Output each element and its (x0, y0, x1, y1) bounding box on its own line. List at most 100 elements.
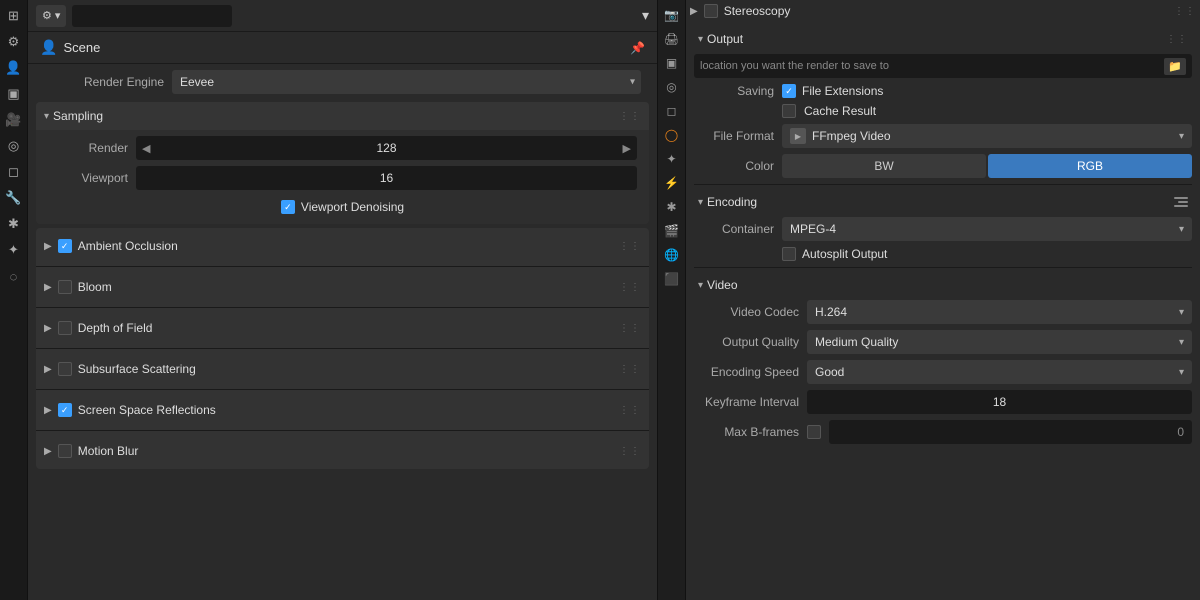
search-input[interactable] (72, 5, 232, 27)
bloom-checkbox[interactable] (58, 280, 72, 294)
stereoscopy-title: Stereoscopy (724, 4, 791, 18)
file-format-label: File Format (694, 129, 774, 143)
effect-bloom[interactable]: ▶ Bloom ⋮⋮ (36, 269, 649, 305)
sampling-content: Render ◀ 128 ▶ Viewport 16 (36, 130, 649, 224)
mb-checkbox[interactable] (58, 444, 72, 458)
file-extensions-checkbox[interactable]: ✓ (782, 84, 796, 98)
encoding-list-icon[interactable] (1174, 197, 1188, 207)
dof-checkbox[interactable] (58, 321, 72, 335)
effect-ssr[interactable]: ▶ ✓ Screen Space Reflections ⋮⋮ (36, 392, 649, 428)
speed-select[interactable]: Good ▾ (807, 360, 1192, 384)
right-material-icon[interactable]: ◯ (661, 124, 683, 146)
sidebar-icon-scene[interactable]: 👤 (2, 56, 26, 80)
right-panel: ▶ Stereoscopy ⋮⋮ ▾ Output ⋮⋮ location yo… (686, 0, 1200, 600)
right-world2-icon[interactable]: 🌐 (661, 244, 683, 266)
sidebar-icon-layout[interactable]: ⊞ (2, 4, 26, 28)
saving-label: Saving (694, 84, 774, 98)
codec-value: H.264 (815, 305, 1179, 319)
speed-value: Good (815, 365, 1179, 379)
sidebar-icon-data[interactable]: ◌ (2, 264, 26, 288)
render-decrease-button[interactable]: ◀ (136, 136, 156, 160)
codec-dropdown-arrow: ▾ (1179, 307, 1184, 318)
bframes-input[interactable]: 0 (829, 420, 1192, 444)
sidebar-icon-compositing[interactable]: ◎ (2, 134, 26, 158)
speed-row: Encoding Speed Good ▾ (694, 360, 1192, 384)
effect-subsurface-scattering[interactable]: ▶ Subsurface Scattering ⋮⋮ (36, 351, 649, 387)
editor-dropdown-arrow: ▾ (55, 9, 61, 22)
stereoscopy-arrow[interactable]: ▶ (690, 6, 698, 17)
properties-icon: ⚙ (42, 9, 52, 22)
editor-type-button[interactable]: ⚙ ▾ (36, 5, 66, 27)
file-format-row: File Format ▶ FFmpeg Video ▾ (694, 124, 1192, 148)
sidebar-icon-constraint[interactable]: ✱ (2, 212, 26, 236)
panel-header: ⚙ ▾ 🔍 ▾ (28, 0, 657, 32)
codec-select[interactable]: H.264 ▾ (807, 300, 1192, 324)
file-format-select[interactable]: ▶ FFmpeg Video ▾ (782, 124, 1192, 148)
bloom-label: Bloom (78, 280, 112, 294)
effect-ambient-occlusion[interactable]: ▶ ✓ Ambient Occlusion ⋮⋮ (36, 228, 649, 264)
bframes-checkbox[interactable] (807, 425, 821, 439)
right-object-icon[interactable]: ◻ (661, 100, 683, 122)
viewport-field-row: Viewport 16 (48, 166, 637, 190)
sidebar-icon-render[interactable]: 🎥 (2, 108, 26, 132)
sidebar-icon-view[interactable]: ▣ (2, 82, 26, 106)
right-view-icon[interactable]: ▣ (661, 52, 683, 74)
stereoscopy-checkbox[interactable] (704, 4, 718, 18)
container-select[interactable]: MPEG-4 ▾ (782, 217, 1192, 241)
video-section-header[interactable]: ▾ Video (694, 274, 1192, 296)
sidebar-icon-particles[interactable]: ✦ (2, 238, 26, 262)
saving-row: Saving ✓ File Extensions (694, 84, 1192, 98)
render-increase-button[interactable]: ▶ (617, 136, 637, 160)
sampling-section-header[interactable]: ▾ Sampling ⋮⋮ (36, 102, 649, 130)
right-particle-icon[interactable]: ✦ (661, 148, 683, 170)
encoding-section: ▾ Encoding Container MPEG-4 ▾ (694, 191, 1192, 261)
render-number-input[interactable]: ◀ 128 ▶ (136, 136, 637, 160)
container-value: MPEG-4 (790, 222, 1179, 236)
stereoscopy-dots: ⋮⋮ (1174, 6, 1196, 17)
right-scene-icon[interactable]: 🎬 (661, 220, 683, 242)
mb-dots: ⋮⋮ (619, 446, 641, 457)
effect-motion-blur[interactable]: ▶ Motion Blur ⋮⋮ (36, 433, 649, 469)
right-output-icon[interactable]: 🖨 (661, 28, 683, 50)
color-bw-button[interactable]: BW (782, 154, 986, 178)
right-render-icon[interactable]: ⬛ (661, 268, 683, 290)
sidebar-icon-tools[interactable]: ⚙ (2, 30, 26, 54)
output-section: ▾ Output ⋮⋮ location you want the render… (694, 28, 1192, 178)
pin-icon[interactable]: 📌 (630, 41, 645, 55)
right-constraint-icon[interactable]: ✱ (661, 196, 683, 218)
header-collapse-button[interactable]: ▾ (642, 7, 649, 24)
divider-5 (36, 430, 649, 431)
color-rgb-button[interactable]: RGB (988, 154, 1192, 178)
bframes-label: Max B-frames (694, 425, 799, 439)
container-dropdown-arrow: ▾ (1179, 224, 1184, 235)
render-engine-select[interactable]: Eevee Cycles Workbench (172, 70, 641, 94)
denoising-check-icon: ✓ (284, 202, 292, 213)
right-world-icon[interactable]: ◎ (661, 76, 683, 98)
divider-4 (36, 389, 649, 390)
render-field-row: Render ◀ 128 ▶ (48, 136, 637, 160)
sidebar-icon-modifier[interactable]: 🔧 (2, 186, 26, 210)
right-icon-bar: 📷 🖨 ▣ ◎ ◻ ◯ ✦ ⚡ ✱ 🎬 🌐 ⬛ (658, 0, 686, 600)
keyframe-label: Keyframe Interval (694, 395, 799, 409)
sampling-section-title: Sampling (53, 109, 103, 123)
output-section-header[interactable]: ▾ Output ⋮⋮ (694, 28, 1192, 50)
quality-dropdown-arrow: ▾ (1179, 337, 1184, 348)
ssr-checkbox[interactable]: ✓ (58, 403, 72, 417)
autosplit-checkbox[interactable] (782, 247, 796, 261)
encoding-section-header[interactable]: ▾ Encoding (694, 191, 1192, 213)
quality-select[interactable]: Medium Quality ▾ (807, 330, 1192, 354)
sidebar-icon-object[interactable]: ◻ (2, 160, 26, 184)
effects-section: ▶ ✓ Ambient Occlusion ⋮⋮ ▶ Bloom ⋮⋮ ▶ De… (36, 228, 649, 469)
output-folder-button[interactable]: 📁 (1164, 58, 1186, 75)
sss-checkbox[interactable] (58, 362, 72, 376)
keyframe-input[interactable]: 18 (807, 390, 1192, 414)
ambient-occlusion-checkbox[interactable]: ✓ (58, 239, 72, 253)
denoising-checkbox[interactable]: ✓ (281, 200, 295, 214)
viewport-value-input[interactable]: 16 (136, 166, 637, 190)
right-camera-icon[interactable]: 📷 (661, 4, 683, 26)
right-physics-icon[interactable]: ⚡ (661, 172, 683, 194)
output-path-input[interactable]: location you want the render to save to … (694, 54, 1192, 78)
effect-depth-of-field[interactable]: ▶ Depth of Field ⋮⋮ (36, 310, 649, 346)
quality-value: Medium Quality (815, 335, 1179, 349)
cache-result-checkbox[interactable] (782, 104, 796, 118)
